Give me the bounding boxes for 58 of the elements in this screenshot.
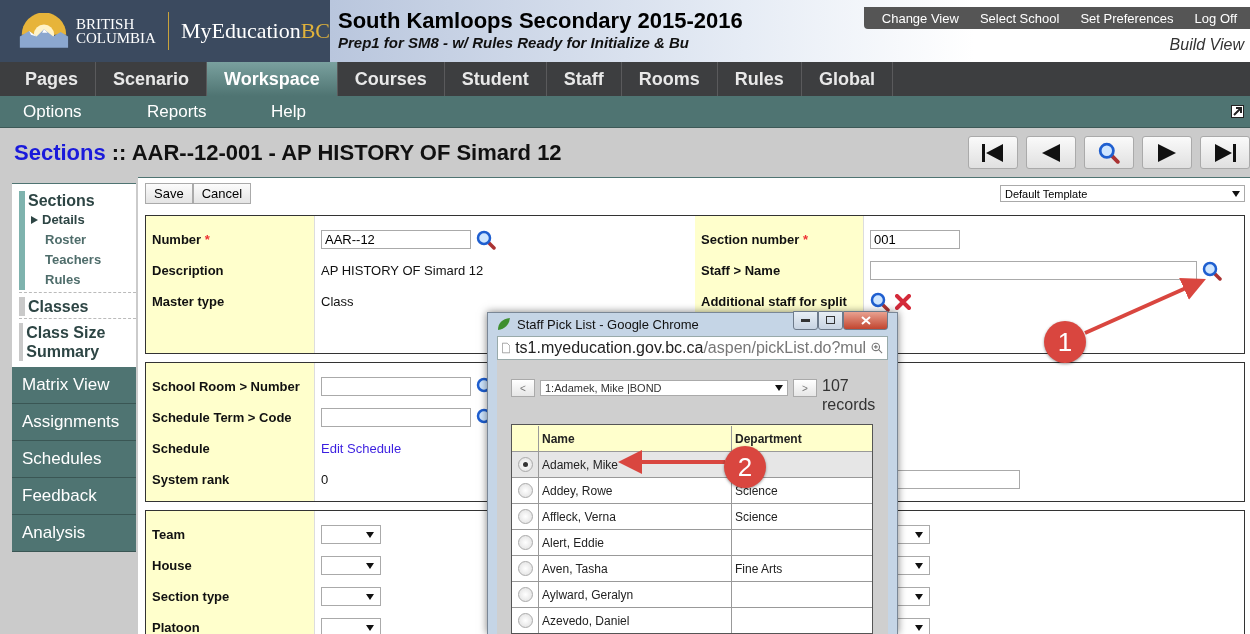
toolbar-button[interactable]: Save — [145, 183, 193, 204]
field-label: Team — [151, 527, 185, 542]
logo-text: BRITISH — [75, 17, 136, 31]
scenario-subtitle: Prep1 for SM8 - w/ Rules Ready for Initialize & Bu — [338, 34, 690, 51]
side-menu-item[interactable]: Details — [38, 210, 85, 230]
side-menu-heading[interactable]: Class Size Summary — [26, 323, 136, 361]
field-label: Master type — [151, 294, 225, 309]
field-label: Schedule — [151, 441, 210, 456]
view-label: Build View — [1169, 35, 1246, 54]
menu-item[interactable]: Reports — [132, 101, 256, 122]
menu-item[interactable]: Help — [256, 101, 380, 122]
side-menu-heading[interactable]: Sections — [28, 191, 102, 210]
top-link[interactable]: Log Off — [1182, 10, 1246, 26]
field-label: School Room > Number — [151, 379, 300, 394]
previous-button[interactable]: < — [511, 379, 535, 397]
record-dropdown[interactable]: 1:Adamek, Mike |BOND — [540, 380, 788, 396]
side-menu-item[interactable]: Rules — [31, 270, 81, 290]
sections-link[interactable]: Sections — [14, 139, 106, 166]
url-text: ts1.myeducation.gov.bc.ca/aspen/pickList.do?mul — [515, 338, 867, 357]
menu-item[interactable]: Options — [8, 101, 132, 122]
toolbar-button[interactable]: Cancel — [192, 183, 252, 204]
field-value: AP HISTORY OF Simard 12 — [321, 263, 484, 278]
side-tab[interactable]: Analysis — [12, 515, 136, 552]
side-menu-item[interactable]: Teachers — [31, 250, 102, 270]
input-field[interactable]: 001 — [870, 230, 960, 249]
field-label: Section number * — [700, 232, 808, 247]
template-dropdown[interactable]: Default Template — [1000, 185, 1245, 202]
side-tab[interactable]: Feedback — [12, 478, 136, 515]
logo-wordmark: MyEducationBC — [180, 18, 330, 44]
top-link[interactable]: Select School — [967, 10, 1069, 26]
field-label: Description — [151, 263, 224, 278]
field-value: 0 — [321, 472, 329, 487]
field-label: House — [151, 558, 192, 573]
record-count: 107 records — [822, 376, 877, 414]
input-field[interactable]: AAR--12 — [321, 230, 471, 249]
top-link[interactable]: Set Preferences — [1068, 10, 1183, 26]
school-title: South Kamloops Secondary 2015-2016 — [338, 8, 743, 34]
field-label: Number * — [151, 232, 210, 247]
field-label: Platoon — [151, 620, 200, 634]
nav-tab[interactable]: Workspace — [207, 62, 338, 96]
edit-schedule-link[interactable]: Edit Schedule — [321, 441, 402, 456]
side-menu-item[interactable]: Roster — [31, 230, 87, 250]
side-tab[interactable]: Schedules — [12, 441, 136, 478]
table-cell: Azevedo, Daniel — [538, 608, 731, 633]
field-value: Class — [321, 294, 354, 309]
page-title: :: AAR--12-001 - AP HISTORY OF Simard 12 — [111, 139, 562, 166]
field-label: System rank — [151, 472, 230, 487]
side-tab[interactable]: Matrix View — [12, 367, 136, 404]
next-button[interactable]: > — [793, 379, 817, 397]
field-label: Section type — [151, 589, 230, 604]
field-label: Additional staff for split — [700, 294, 847, 309]
window-title: Staff Pick List - Google Chrome — [517, 316, 699, 332]
top-link[interactable]: Change View — [869, 10, 968, 26]
side-menu-heading[interactable]: Classes — [28, 297, 89, 316]
logo-text: COLUMBIA — [75, 31, 156, 45]
side-tab[interactable]: Assignments — [12, 404, 136, 441]
field-label: Schedule Term > Code — [151, 410, 292, 425]
field-label: Staff > Name — [700, 263, 781, 278]
